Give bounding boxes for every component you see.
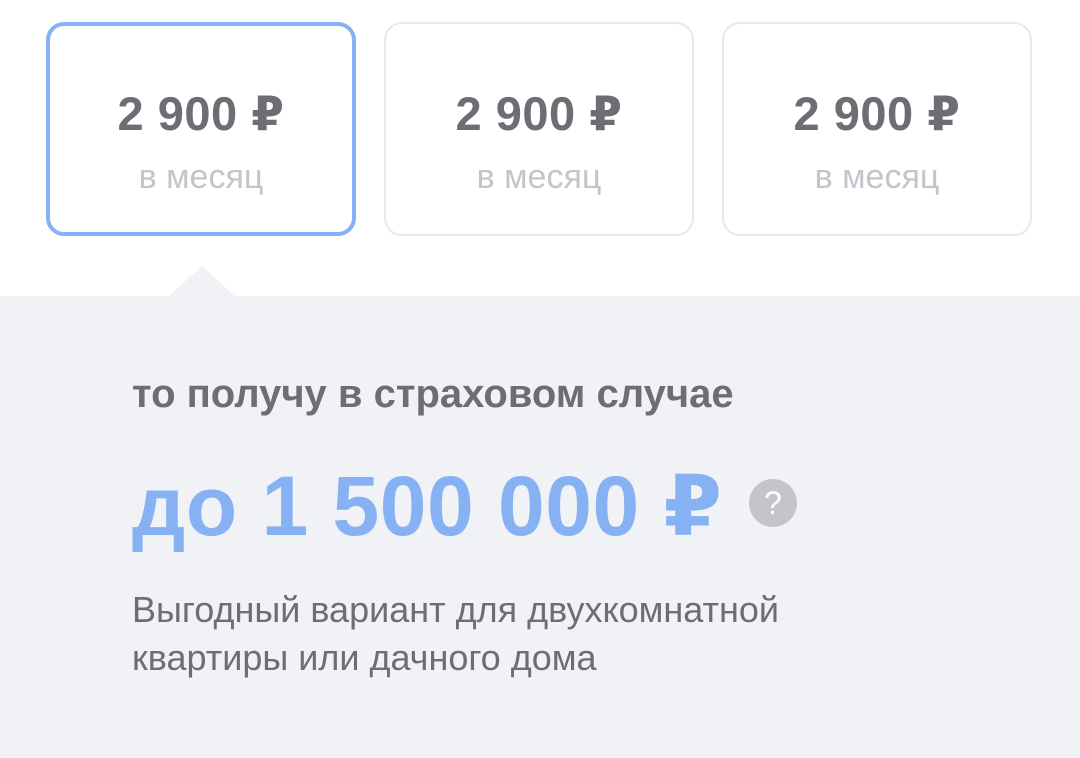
question-icon[interactable]: ?: [748, 479, 797, 527]
plan-option-3[interactable]: 2 900 ₽ в месяц: [722, 22, 1032, 236]
plan-price: 2 900 ₽: [117, 87, 285, 140]
coverage-details-panel: то получу в страховом случае до 1 500 00…: [0, 296, 1080, 758]
plan-option-1[interactable]: 2 900 ₽ в месяц: [46, 22, 356, 236]
plan-options: 2 900 ₽ в месяц 2 900 ₽ в месяц 2 900 ₽ …: [0, 0, 1080, 296]
plan-period: в месяц: [814, 158, 940, 196]
page: 2 900 ₽ в месяц 2 900 ₽ в месяц 2 900 ₽ …: [0, 0, 1080, 758]
coverage-caption: то получу в страховом случае: [132, 372, 734, 416]
coverage-amount-row: до 1 500 000 ₽ ?: [132, 456, 797, 556]
plan-price: 2 900 ₽: [455, 87, 623, 140]
selection-pointer: [168, 266, 236, 297]
coverage-description: Выгодный вариант для двухкомнатной кварт…: [132, 589, 779, 678]
coverage-amount: до 1 500 000 ₽: [132, 459, 723, 553]
plan-price: 2 900 ₽: [793, 87, 961, 140]
plan-period: в месяц: [138, 158, 264, 196]
plan-period: в месяц: [476, 158, 602, 196]
plan-option-2[interactable]: 2 900 ₽ в месяц: [384, 22, 694, 236]
